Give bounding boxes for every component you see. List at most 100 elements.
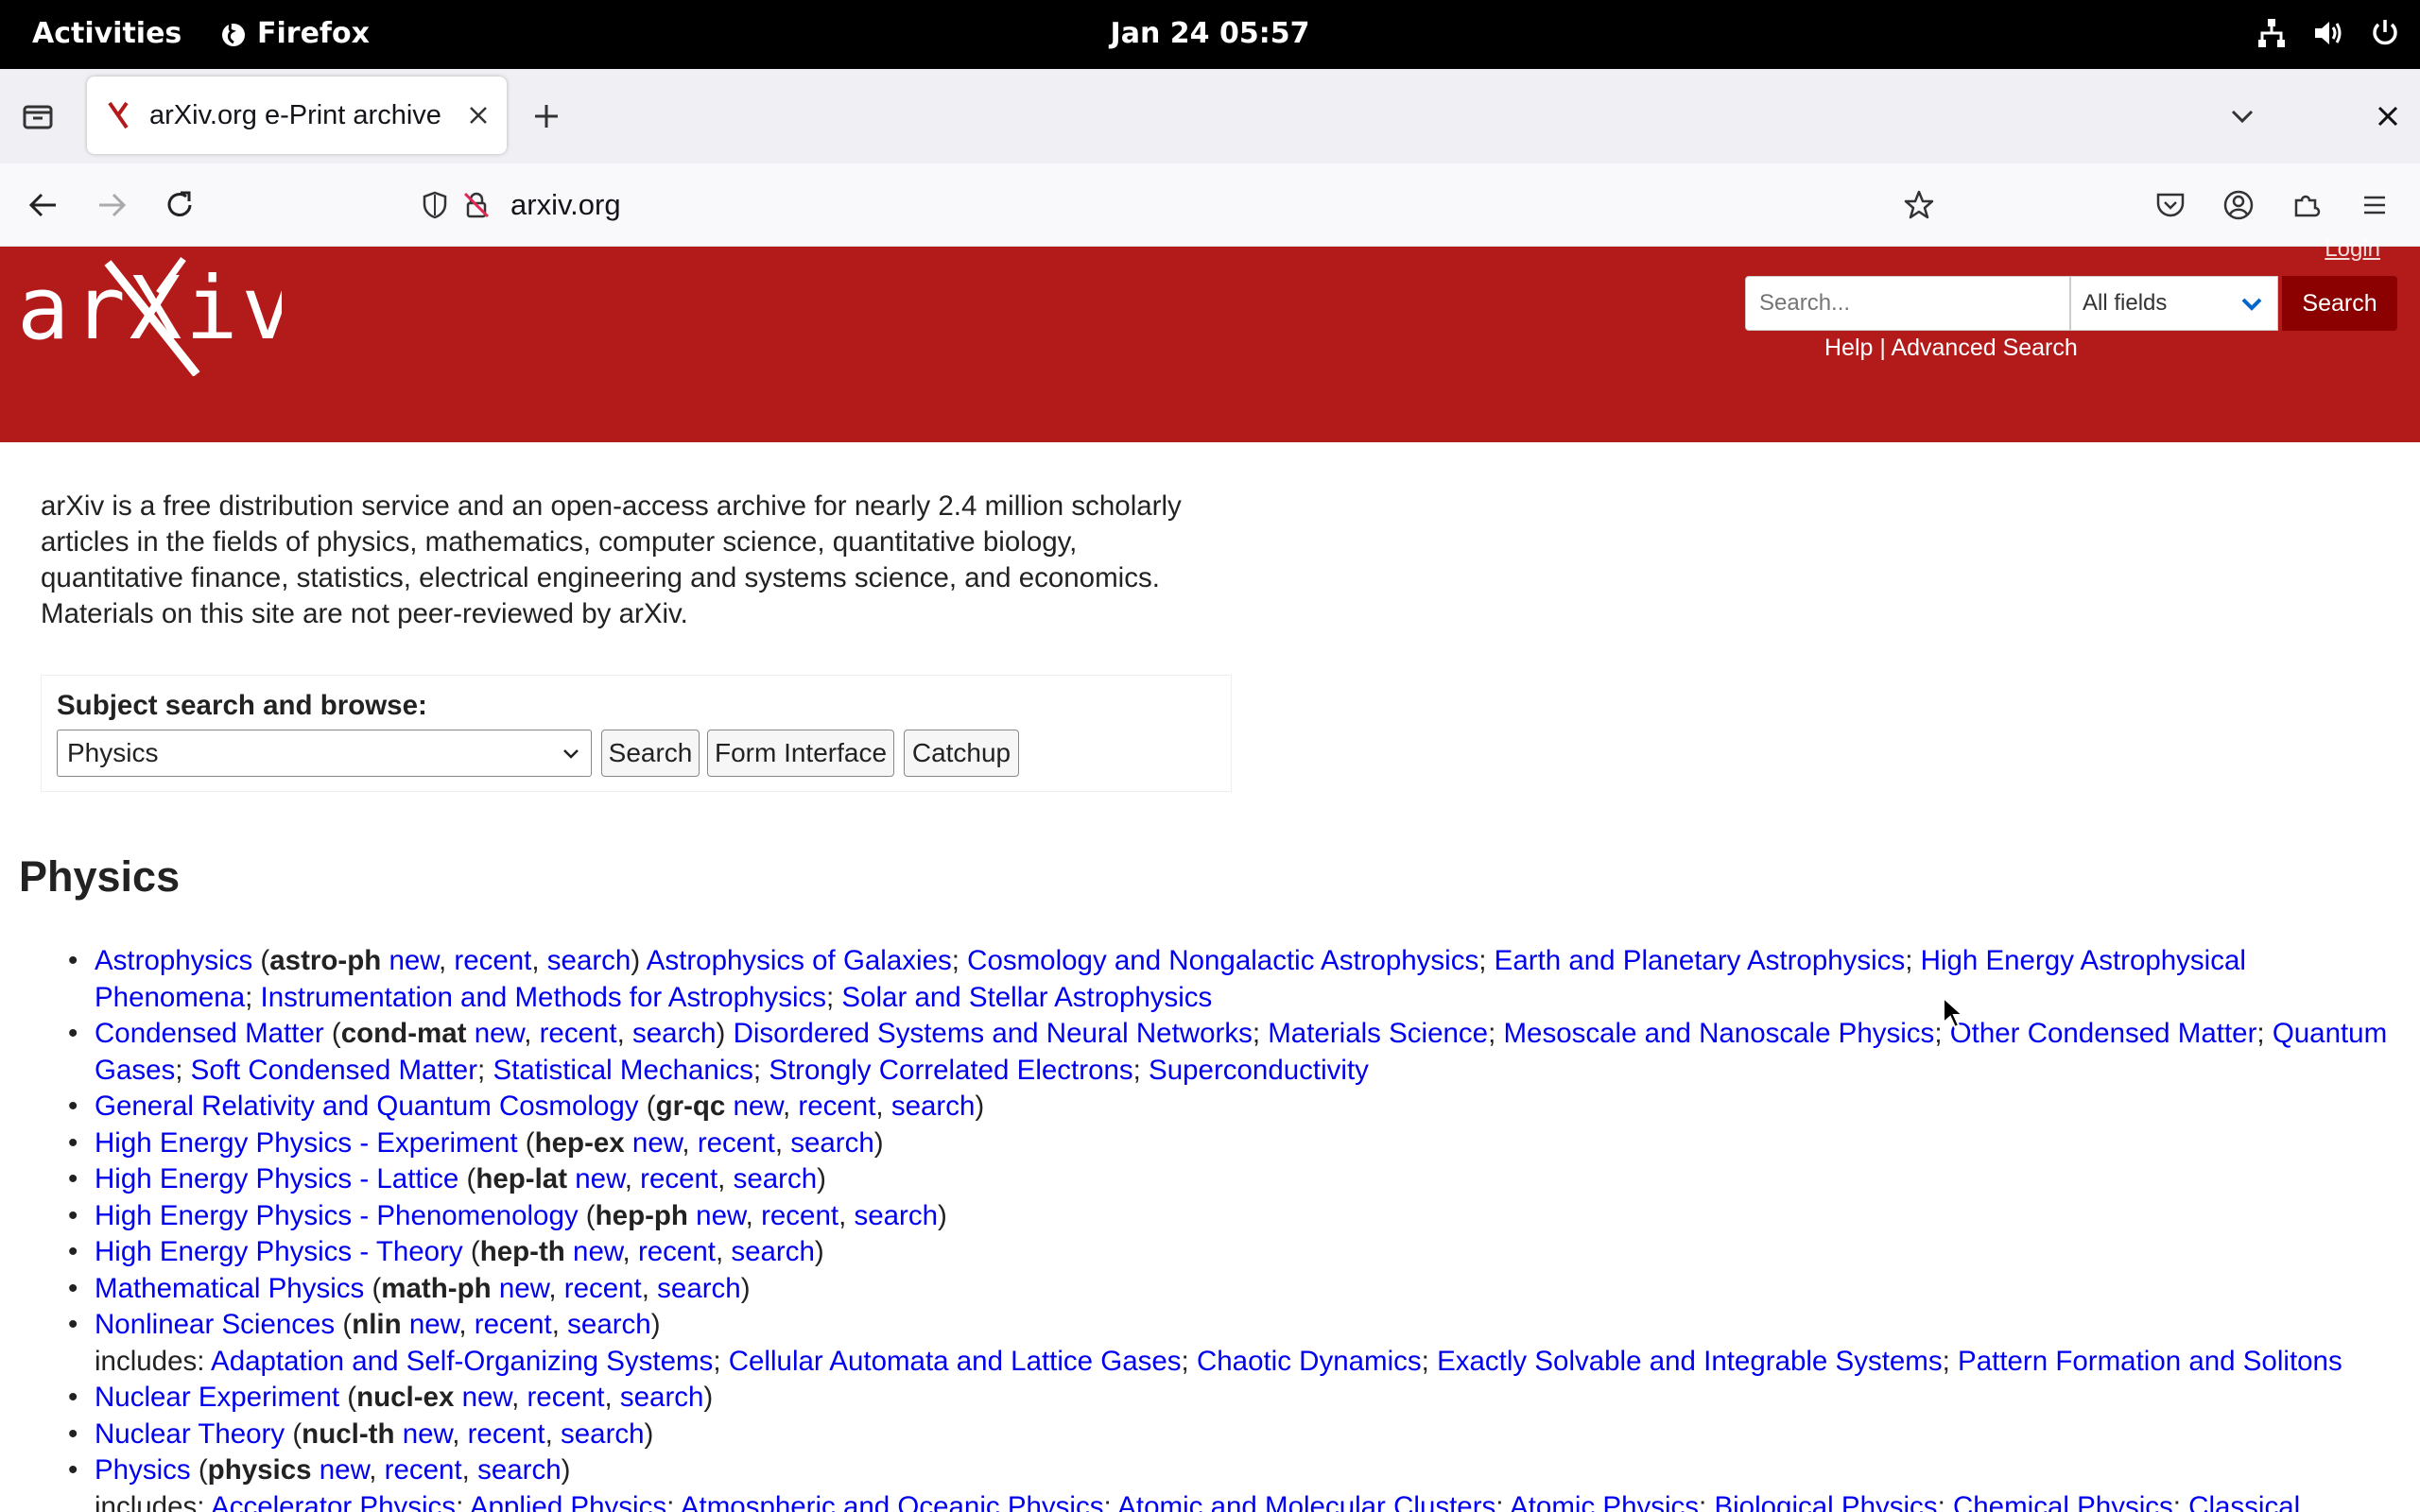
- search-link[interactable]: search: [854, 1200, 938, 1231]
- search-link[interactable]: search: [567, 1309, 651, 1340]
- subcategory-link[interactable]: Disordered Systems and Neural Networks: [734, 1018, 1253, 1049]
- new-link[interactable]: new: [462, 1382, 512, 1413]
- subcategory-link[interactable]: Superconductivity: [1149, 1055, 1369, 1086]
- new-link[interactable]: new: [403, 1418, 453, 1450]
- app-menu-button[interactable]: [2354, 184, 2395, 226]
- subcategory-link[interactable]: Statistical Mechanics: [493, 1055, 752, 1086]
- power-icon[interactable]: [2369, 17, 2401, 49]
- recent-link[interactable]: recent: [454, 945, 531, 976]
- search-button[interactable]: Search: [2282, 276, 2397, 331]
- catchup-button[interactable]: Catchup: [904, 730, 1019, 777]
- recent-link[interactable]: recent: [540, 1018, 617, 1049]
- login-link[interactable]: Login: [2325, 236, 2380, 263]
- clock[interactable]: Jan 24 05:57: [0, 17, 2420, 50]
- subcategory-link[interactable]: Cellular Automata and Lattice Gases: [729, 1346, 1182, 1377]
- subcategory-link[interactable]: Chemical Physics: [1953, 1491, 2173, 1512]
- archive-link[interactable]: General Relativity and Quantum Cosmology: [95, 1091, 639, 1122]
- new-link[interactable]: new: [632, 1127, 683, 1159]
- new-tab-button[interactable]: [527, 97, 565, 135]
- search-link[interactable]: search: [891, 1091, 976, 1122]
- subcategory-link[interactable]: Strongly Correlated Electrons: [769, 1055, 1132, 1086]
- new-link[interactable]: new: [696, 1200, 746, 1231]
- search-link[interactable]: search: [734, 1163, 818, 1194]
- extensions-button[interactable]: [2286, 184, 2327, 226]
- arxiv-logo[interactable]: arXiv: [17, 253, 294, 377]
- recent-link[interactable]: recent: [638, 1236, 716, 1267]
- archive-link[interactable]: Nonlinear Sciences: [95, 1309, 335, 1340]
- back-button[interactable]: [23, 184, 64, 226]
- recent-link[interactable]: recent: [385, 1454, 462, 1486]
- archive-link[interactable]: High Energy Physics - Phenomenology: [95, 1200, 579, 1231]
- tracking-protection-shield-icon[interactable]: [416, 186, 454, 224]
- new-link[interactable]: new: [734, 1091, 784, 1122]
- firefox-view-button[interactable]: [19, 97, 57, 135]
- search-link[interactable]: search: [632, 1018, 717, 1049]
- subcategory-link[interactable]: Chaotic Dynamics: [1197, 1346, 1422, 1377]
- window-close-button[interactable]: [2369, 97, 2407, 135]
- subject-search-button[interactable]: Search: [601, 730, 700, 777]
- url-bar[interactable]: arxiv.org: [397, 175, 1928, 235]
- recent-link[interactable]: recent: [798, 1091, 875, 1122]
- recent-link[interactable]: recent: [761, 1200, 838, 1231]
- new-link[interactable]: new: [320, 1454, 370, 1486]
- subcategory-link[interactable]: Pattern Formation and Solitons: [1958, 1346, 2342, 1377]
- search-link[interactable]: search: [477, 1454, 562, 1486]
- recent-link[interactable]: recent: [698, 1127, 775, 1159]
- archive-link[interactable]: High Energy Physics - Lattice: [95, 1163, 458, 1194]
- pocket-button[interactable]: [2150, 184, 2191, 226]
- search-link[interactable]: search: [657, 1273, 741, 1304]
- subcategory-link[interactable]: Exactly Solvable and Integrable Systems: [1437, 1346, 1943, 1377]
- subcategory-link[interactable]: Solar and Stellar Astrophysics: [841, 982, 1212, 1013]
- archive-link[interactable]: High Energy Physics - Theory: [95, 1236, 463, 1267]
- search-input[interactable]: [1745, 276, 2070, 331]
- bookmark-star-button[interactable]: [1898, 184, 1940, 226]
- url-text[interactable]: arxiv.org: [510, 188, 621, 222]
- new-link[interactable]: new: [575, 1163, 625, 1194]
- subject-select[interactable]: Physics: [57, 730, 592, 777]
- search-field-select[interactable]: All fields: [2070, 276, 2278, 331]
- subcategory-link[interactable]: Cosmology and Nongalactic Astrophysics: [967, 945, 1478, 976]
- archive-link[interactable]: Mathematical Physics: [95, 1273, 364, 1304]
- tab-close-icon[interactable]: [459, 96, 497, 134]
- form-interface-button[interactable]: Form Interface: [707, 730, 894, 777]
- subcategory-link[interactable]: Earth and Planetary Astrophysics: [1495, 945, 1906, 976]
- new-link[interactable]: new: [389, 945, 439, 976]
- advanced-search-link[interactable]: Advanced Search: [1891, 335, 2077, 361]
- subcategory-link[interactable]: Accelerator Physics: [211, 1491, 456, 1512]
- subcategory-link[interactable]: Biological Physics: [1714, 1491, 1937, 1512]
- subcategory-link[interactable]: Mesoscale and Nanoscale Physics: [1503, 1018, 1934, 1049]
- subcategory-link[interactable]: Materials Science: [1268, 1018, 1488, 1049]
- account-button[interactable]: [2218, 184, 2259, 226]
- subcategory-link[interactable]: Adaptation and Self-Organizing Systems: [211, 1346, 713, 1377]
- recent-link[interactable]: recent: [475, 1309, 552, 1340]
- archive-link[interactable]: Physics: [95, 1454, 191, 1486]
- subcategory-link[interactable]: Applied Physics: [470, 1491, 666, 1512]
- new-link[interactable]: new: [499, 1273, 549, 1304]
- archive-link[interactable]: Astrophysics: [95, 945, 252, 976]
- insecure-lock-icon[interactable]: [458, 186, 495, 224]
- list-all-tabs-button[interactable]: [2223, 97, 2261, 135]
- network-icon[interactable]: [2256, 17, 2288, 49]
- volume-icon[interactable]: [2312, 17, 2344, 49]
- subcategory-link[interactable]: Atmospheric and Oceanic Physics: [681, 1491, 1104, 1512]
- recent-link[interactable]: recent: [564, 1273, 642, 1304]
- subcategory-link[interactable]: Astrophysics of Galaxies: [647, 945, 952, 976]
- archive-link[interactable]: Nuclear Theory: [95, 1418, 285, 1450]
- search-link[interactable]: search: [620, 1382, 704, 1413]
- subcategory-link[interactable]: Atomic and Molecular Clusters: [1117, 1491, 1495, 1512]
- recent-link[interactable]: recent: [468, 1418, 545, 1450]
- help-link[interactable]: Help: [1824, 335, 1873, 361]
- search-link[interactable]: search: [790, 1127, 874, 1159]
- search-link[interactable]: search: [731, 1236, 815, 1267]
- search-link[interactable]: search: [547, 945, 631, 976]
- recent-link[interactable]: recent: [527, 1382, 604, 1413]
- subcategory-link[interactable]: Other Condensed Matter: [1950, 1018, 2257, 1049]
- new-link[interactable]: new: [409, 1309, 459, 1340]
- forward-button[interactable]: [91, 184, 132, 226]
- archive-link[interactable]: High Energy Physics - Experiment: [95, 1127, 518, 1159]
- archive-link[interactable]: Nuclear Experiment: [95, 1382, 339, 1413]
- tab-active[interactable]: arXiv.org e-Print archive: [87, 77, 507, 154]
- reload-button[interactable]: [159, 184, 200, 226]
- search-link[interactable]: search: [561, 1418, 645, 1450]
- archive-link[interactable]: Condensed Matter: [95, 1018, 324, 1049]
